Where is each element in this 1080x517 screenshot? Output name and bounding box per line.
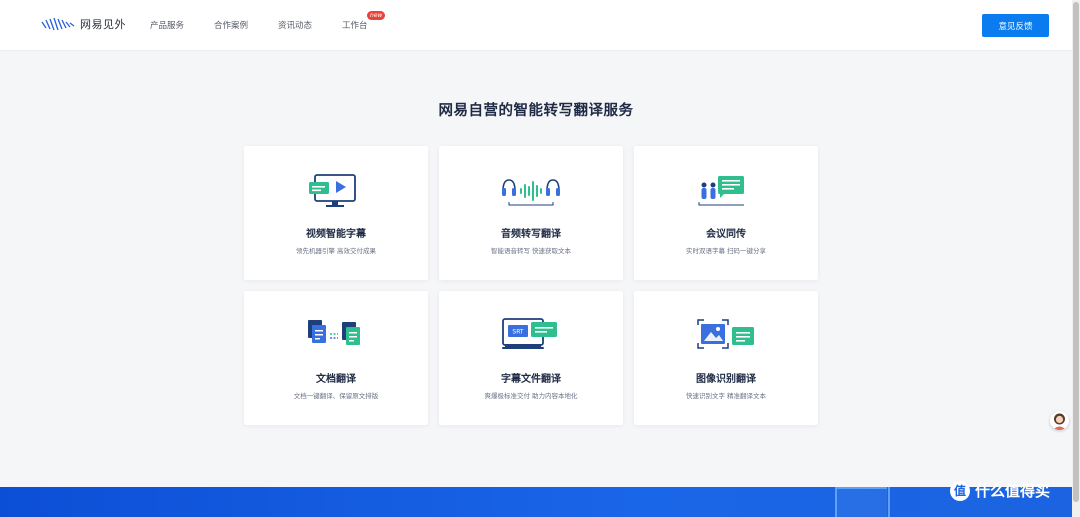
section-title: 网易自营的智能转写翻译服务: [438, 103, 634, 119]
card-title: 文档翻译: [316, 374, 356, 385]
card-desc: 快速识别文字 精准翻译文本: [685, 392, 767, 400]
footer-banner: [0, 487, 1072, 517]
srt-label: SRT: [512, 329, 524, 336]
assistant-avatar[interactable]: [1050, 411, 1069, 430]
nav-item-products[interactable]: 产品服务: [150, 19, 184, 31]
card-title: 字幕文件翻译: [501, 374, 561, 385]
watermark: 值 什么值得买: [950, 480, 1050, 501]
card-image-ocr[interactable]: 图像识别翻译 快速识别文字 精准翻译文本: [634, 291, 818, 425]
card-title: 音频转写翻译: [501, 229, 561, 240]
card-desc: 领先机器引擎 高效交付成果: [295, 247, 377, 255]
nav-item-workspace[interactable]: 工作台 new: [342, 11, 386, 31]
document-translate-icon: [308, 320, 360, 345]
nav-item-workspace-label: 工作台: [342, 21, 368, 31]
nav-item-news[interactable]: 资讯动态: [278, 19, 312, 31]
watermark-text: 什么值得买: [975, 482, 1051, 500]
page-scrollbar[interactable]: [1072, 0, 1080, 517]
card-desc: 文档一键翻译、保留原文排版: [293, 392, 379, 400]
card-desc: 爽爆极标准交付 助力内容本地化: [484, 392, 578, 400]
card-desc: 实时双语字幕 扫码一键分享: [685, 247, 767, 255]
watermark-logo-icon: 值: [950, 480, 970, 501]
card-meeting-interpret[interactable]: 会议同传 实时双语字幕 扫码一键分享: [634, 146, 818, 280]
main-nav: 产品服务 合作案例 资讯动态 工作台 new: [150, 11, 398, 31]
card-title: 图像识别翻译: [696, 374, 756, 385]
audio-transcribe-icon: [502, 179, 560, 206]
feedback-button[interactable]: 意见反馈: [982, 14, 1049, 37]
top-header: 网易见外 产品服务 合作案例 资讯动态 工作台 new 意见反馈: [0, 0, 1080, 51]
card-subtitle-file[interactable]: SRT 字幕文件翻译 爽爆极标准交付 助力内容本地化: [439, 291, 623, 425]
card-title: 视频智能字幕: [306, 229, 366, 240]
card-document-translate[interactable]: 文档翻译 文档一键翻译、保留原文排版: [244, 291, 428, 425]
subtitle-file-icon: SRT: [502, 318, 557, 349]
card-title: 会议同传: [706, 229, 746, 240]
logo-wave-icon: [41, 17, 75, 31]
card-audio-transcribe[interactable]: 音频转写翻译 智能语音转写 快速获取文本: [439, 146, 623, 280]
avatar-person-icon: [1053, 413, 1066, 430]
nav-item-cases[interactable]: 合作案例: [214, 19, 248, 31]
scrollbar-thumb[interactable]: [1073, 2, 1079, 502]
image-ocr-icon: [697, 319, 754, 349]
new-badge: new: [367, 11, 386, 20]
logo-text: 网易见外: [80, 18, 126, 31]
video-subtitle-icon: [309, 174, 356, 207]
banner-decoration: [835, 487, 887, 517]
logo[interactable]: 网易见外: [40, 16, 126, 32]
card-desc: 智能语音转写 快速获取文本: [490, 247, 572, 255]
meeting-interpret-icon: [698, 176, 744, 206]
card-video-subtitle[interactable]: 视频智能字幕 领先机器引擎 高效交付成果: [244, 146, 428, 280]
